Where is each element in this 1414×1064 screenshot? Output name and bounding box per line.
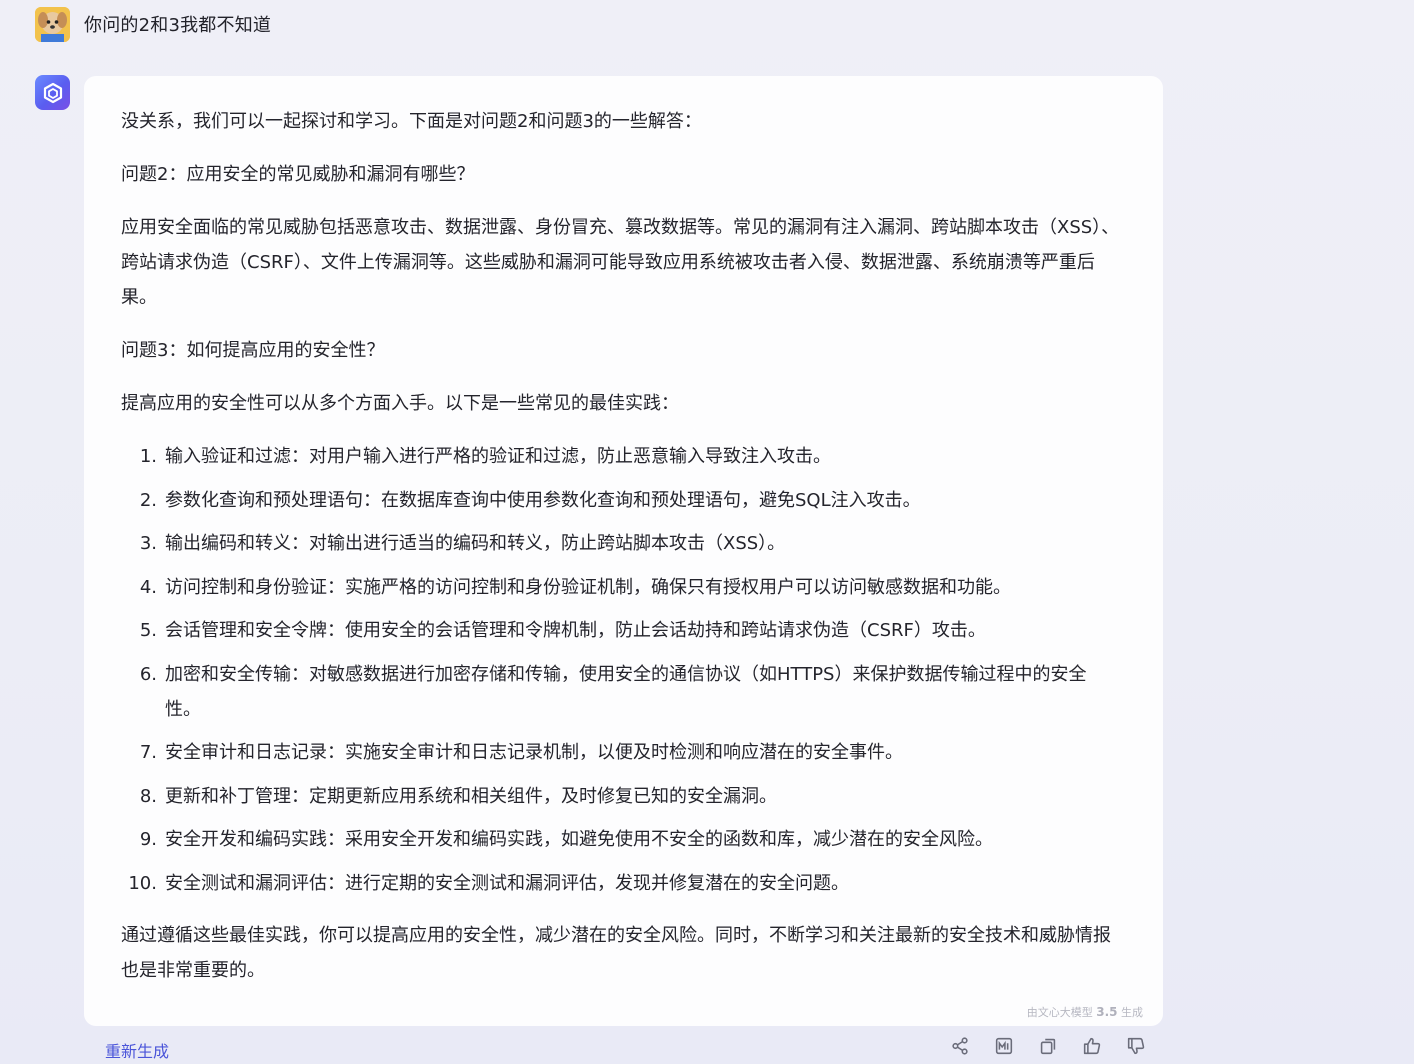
ernie-logo-icon [35, 75, 70, 110]
list-item: 7. 安全审计和日志记录：实施安全审计和日志记录机制，以便及时检测和响应潜在的安全… [139, 742, 903, 763]
image-export-icon[interactable] [992, 1034, 1016, 1058]
list-item: 3. 输出编码和转义：对输出进行适当的编码和转义，防止跨站脚本攻击（XSS）。 [139, 533, 786, 554]
response-actions [948, 1034, 1148, 1058]
user-message-text: 你问的2和3我都不知道 [84, 15, 272, 36]
thumbs-down-icon[interactable] [1124, 1034, 1148, 1058]
list-item: 9. 安全开发和编码实践：采用安全开发和编码实践，如避免使用不安全的函数和库，减少… [139, 829, 993, 850]
thumbs-up-icon[interactable] [1080, 1034, 1104, 1058]
list-item: 4. 访问控制和身份验证：实施严格的访问控制和身份验证机制，确保只有授权用户可以访… [139, 576, 1011, 598]
response-conclusion: 通过遵循这些最佳实践，你可以提高应用的安全性，减少潜在的安全风险。同时，不断学习… [121, 925, 1111, 981]
share-icon[interactable] [948, 1034, 972, 1058]
list-item: 1. 输入验证和过滤：对用户输入进行严格的验证和过滤，防止恶意输入导致注入攻击。 [139, 446, 831, 467]
response-content: 没关系，我们可以一起探讨和学习。下面是对问题2和问题3的一些解答： 问题2：应用… [121, 104, 1121, 988]
copy-icon[interactable] [1036, 1034, 1060, 1058]
list-item: 5. 会话管理和安全令牌：使用安全的会话管理和令牌机制，防止会话劫持和跨站请求伪造… [139, 620, 986, 641]
best-practices-list: 1. 输入验证和过滤：对用户输入进行严格的验证和过滤，防止恶意输入导致注入攻击。 … [121, 439, 1121, 901]
question-2-answer: 应用安全面临的常见威胁包括恶意攻击、数据泄露、身份冒充、篡改数据等。常见的漏洞有… [121, 217, 1120, 308]
question-3-intro: 提高应用的安全性可以从多个方面入手。以下是一些常见的最佳实践： [121, 393, 679, 414]
list-item: 10. 安全测试和漏洞评估：进行定期的安全测试和漏洞评估，发现并修复潜在的安全问题… [128, 872, 849, 894]
response-intro: 没关系，我们可以一起探讨和学习。下面是对问题2和问题3的一些解答： [121, 111, 702, 132]
list-item: 2. 参数化查询和预处理语句：在数据库查询中使用参数化查询和预处理语句，避免SQL… [139, 489, 921, 511]
puppy-avatar-icon [35, 6, 70, 42]
list-item: 6. 加密和安全传输：对敏感数据进行加密存储和传输，使用安全的通信协议（如HTTP… [139, 663, 1087, 720]
assistant-response-card: 没关系，我们可以一起探讨和学习。下面是对问题2和问题3的一些解答： 问题2：应用… [84, 76, 1163, 1026]
question-3-title: 问题3：如何提高应用的安全性？ [121, 340, 385, 361]
list-item: 8. 更新和补丁管理：定期更新应用系统和相关组件，及时修复已知的安全漏洞。 [139, 785, 777, 807]
model-badge: 由文心大模型 3.5 生成 [1026, 1005, 1143, 1019]
user-message-row: 你问的2和3我都不知道 [35, 6, 271, 42]
question-2-title: 问题2：应用安全的常见威胁和漏洞有哪些？ [121, 164, 475, 185]
regenerate-button[interactable]: 重新生成 [105, 1038, 169, 1062]
